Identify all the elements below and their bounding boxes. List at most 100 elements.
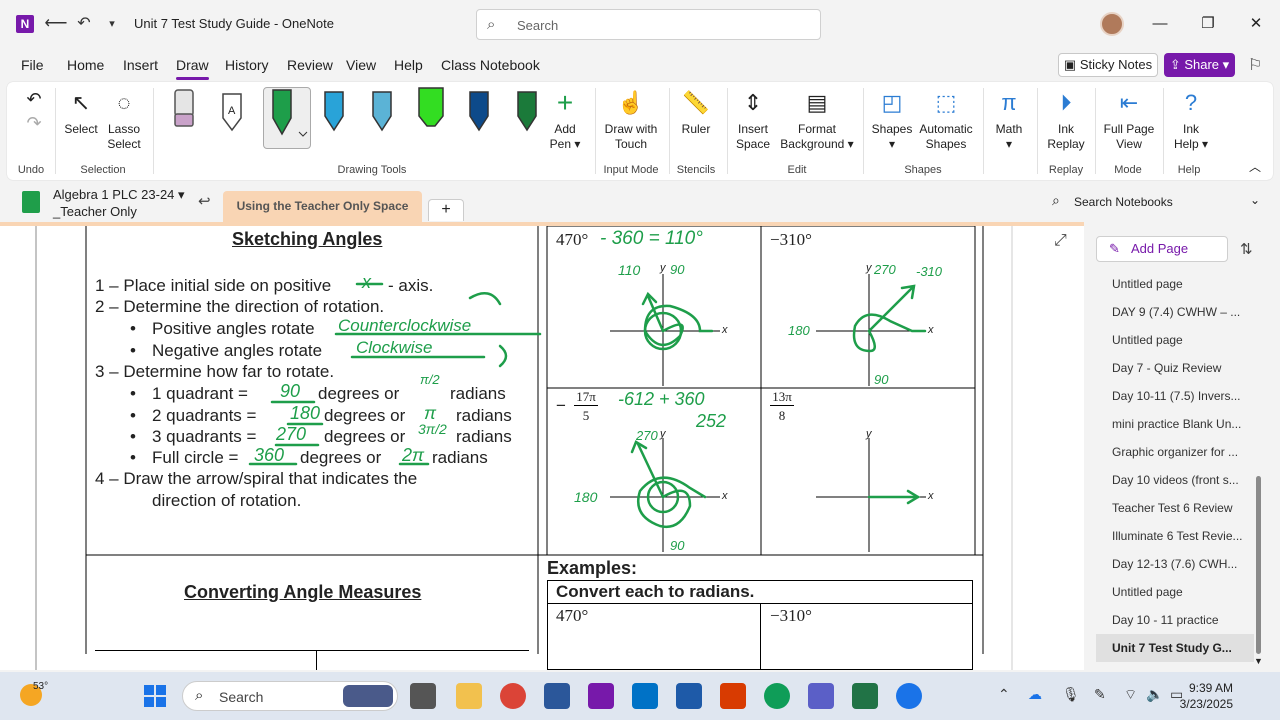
q1-radians-text: radians [450, 384, 506, 403]
page-item[interactable]: Illuminate 6 Test Revie... [1096, 522, 1254, 550]
file-explorer-icon[interactable] [456, 683, 482, 709]
onenote-icon[interactable] [588, 683, 614, 709]
page-item[interactable]: Graphic organizer for ... [1096, 438, 1254, 466]
page-item[interactable]: Day 12-13 (7.6) CWH... [1096, 550, 1254, 578]
shapes-button[interactable]: ◰ Shapes ▾ [869, 88, 915, 152]
automatic-shapes-button[interactable]: ⬚ Automatic Shapes [917, 88, 975, 152]
chrome-icon[interactable] [500, 683, 526, 709]
draw-touch-label-2: Touch [614, 137, 648, 151]
handwritten-x: x [362, 272, 371, 292]
clock[interactable]: 9:39 AM 3/23/2025 [1178, 680, 1233, 712]
close-icon[interactable]: ✕ [1244, 12, 1268, 36]
pencil-icon: A [222, 93, 242, 132]
section-tab[interactable]: Using the Teacher Only Space [223, 191, 422, 223]
separator [1095, 88, 1096, 174]
teams-icon[interactable] [808, 683, 834, 709]
search-box[interactable]: ⌕ Search [476, 9, 821, 40]
plus-icon: + [556, 87, 574, 118]
search-notebooks[interactable]: ⌕ Search Notebooks ⌄ [1044, 190, 1270, 214]
page-item[interactable]: Day 10 videos (front s... [1096, 466, 1254, 494]
dark-green-pen-icon [517, 91, 537, 132]
tab-file[interactable]: File [21, 57, 44, 73]
onedrive-icon[interactable]: ☁ [1028, 686, 1042, 703]
wifi-icon[interactable]: ⌔ [1124, 686, 1137, 704]
pages-panel: ✎ Add Page ⇅ Untitled page DAY 9 (7.4) C… [1084, 226, 1280, 670]
ink-replay-button[interactable]: ⏵ Ink Replay [1043, 88, 1089, 152]
snipping-tool-icon[interactable] [720, 683, 746, 709]
bullet-icon: • [130, 341, 136, 360]
back-arrow-icon[interactable]: ↩ [198, 192, 211, 210]
document-title: Unit 7 Test Study Guide - OneNote [134, 16, 334, 31]
minimize-icon[interactable]: — [1148, 12, 1172, 36]
taskbar-search[interactable]: ⌕ Search [182, 681, 398, 711]
svg-text:A: A [228, 105, 236, 117]
sticky-notes-button[interactable]: ▣ Sticky Notes [1058, 53, 1158, 77]
page-item[interactable]: mini practice Blank Un... [1096, 410, 1254, 438]
lasso-select-button[interactable]: ◌ Lasso Select [103, 88, 145, 152]
collapse-ribbon-button[interactable]: ︿ [1247, 160, 1263, 175]
page-item[interactable]: Untitled page [1096, 578, 1254, 606]
tab-help[interactable]: Help [394, 57, 423, 73]
page-item[interactable]: Teacher Test 6 Review [1096, 494, 1254, 522]
excel-icon[interactable] [852, 683, 878, 709]
page-canvas[interactable]: Sketching Angles 1 – Place initial side … [0, 226, 1084, 670]
word-icon[interactable] [544, 683, 570, 709]
chevron-up-icon[interactable]: ⌃ [998, 686, 1010, 703]
settings-icon[interactable] [896, 683, 922, 709]
ink-replay-label: Ink [1057, 122, 1074, 136]
add-page-button[interactable]: ✎ Add Page [1096, 236, 1228, 262]
axis-y-label: y [866, 428, 872, 440]
tab-draw[interactable]: Draw [176, 57, 209, 80]
examples-table: Convert each to radians. 470° −310° [547, 580, 973, 670]
page-item[interactable]: Day 7 - Quiz Review [1096, 354, 1254, 382]
pen-icon[interactable]: ✎ [1094, 686, 1106, 703]
select-button[interactable]: ↖ Select [61, 88, 101, 137]
page-item[interactable]: Untitled page [1096, 326, 1254, 354]
tab-history[interactable]: History [225, 57, 269, 73]
avatar[interactable] [1100, 12, 1124, 36]
format-background-label: Format [797, 122, 836, 136]
back-icon[interactable]: ⟵ [44, 12, 68, 36]
math-button[interactable]: π Math ▾ [991, 88, 1027, 152]
separator [1037, 88, 1038, 174]
share-button[interactable]: ⇪ Share ▾ [1164, 53, 1235, 77]
scroll-down-icon[interactable]: ▼ [1254, 656, 1263, 666]
ruler-button[interactable]: 📏 Ruler [675, 88, 717, 137]
undo-icon[interactable]: ↶ [72, 12, 96, 36]
windows-start-icon[interactable] [143, 684, 167, 708]
insert-space-button[interactable]: ⇕ Insert Space [733, 88, 773, 152]
tab-review[interactable]: Review [287, 57, 333, 73]
volume-icon[interactable]: 🔈 [1146, 686, 1163, 703]
page-item-active[interactable]: Unit 7 Test Study G... [1096, 634, 1254, 662]
undo-button[interactable]: ↶ [21, 88, 47, 114]
add-section-button[interactable]: + [428, 199, 464, 221]
ink-help-button[interactable]: ? Ink Help ▾ [1169, 88, 1213, 152]
tab-insert[interactable]: Insert [123, 57, 158, 73]
store-icon[interactable] [676, 683, 702, 709]
add-pen-button[interactable]: + Add Pen ▾ [545, 88, 585, 152]
page-item[interactable]: Untitled page [1096, 270, 1254, 298]
task-view-icon[interactable] [410, 683, 436, 709]
full-page-view-button[interactable]: ⇤ Full Page View [1101, 88, 1157, 152]
page-item[interactable]: Day 10 - 11 practice [1096, 606, 1254, 634]
tab-view[interactable]: View [346, 57, 376, 73]
outlook-icon[interactable] [632, 683, 658, 709]
edge-icon[interactable] [764, 683, 790, 709]
notebook-selector[interactable]: Algebra 1 PLC 23-24 ▾ _Teacher Only [53, 186, 185, 220]
microphone-icon[interactable]: 🎙 [1062, 686, 1080, 703]
tab-class-notebook[interactable]: Class Notebook [441, 57, 540, 73]
quick-access-dropdown-icon[interactable]: ▾ [100, 12, 124, 36]
format-background-button[interactable]: ▤ Format Background ▾ [779, 88, 855, 152]
restore-icon[interactable]: ❐ [1196, 12, 1220, 36]
expand-icon[interactable]: ⤢ [1054, 232, 1067, 250]
sort-icon[interactable]: ⇅ [1240, 240, 1253, 258]
edit-group-label: Edit [787, 164, 807, 176]
tab-home[interactable]: Home [67, 57, 104, 73]
page-item[interactable]: Day 10-11 (7.5) Invers... [1096, 382, 1254, 410]
redo-button[interactable]: ↷ [21, 112, 47, 138]
page-item[interactable]: DAY 9 (7.4) CWHW – ... [1096, 298, 1254, 326]
feedback-icon[interactable]: ⚐ [1248, 55, 1262, 75]
draw-with-touch-button[interactable]: ☝ Draw with Touch [601, 88, 661, 152]
scrollbar-thumb[interactable] [1256, 476, 1261, 654]
bullet-icon: • [130, 384, 136, 403]
